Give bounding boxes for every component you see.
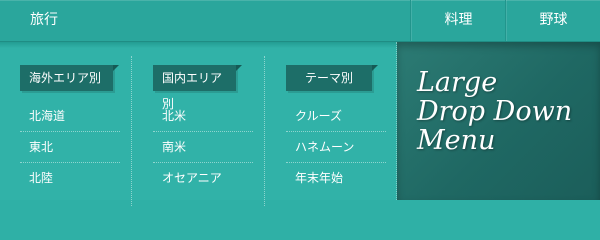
list-item[interactable]: 北陸 bbox=[20, 163, 120, 193]
column-heading-theme[interactable]: テーマ別 bbox=[286, 65, 378, 91]
nav-item-travel[interactable]: 旅行 bbox=[30, 0, 58, 41]
promo-title: Large Drop Down Menu bbox=[417, 68, 572, 155]
top-navigation-bar: 旅行 料理 野球 bbox=[0, 0, 600, 42]
dropdown-panel: 海外エリア別 北海道 東北 北陸 国内エリア別 北米 南米 オセアニア テーマ別… bbox=[0, 42, 397, 206]
column-divider bbox=[264, 56, 265, 206]
column-divider bbox=[131, 56, 132, 206]
column-item-list: 北海道 東北 北陸 bbox=[20, 101, 120, 193]
nav-item-cooking[interactable]: 料理 bbox=[410, 0, 506, 41]
list-item[interactable]: 南米 bbox=[153, 132, 253, 163]
list-item[interactable]: オセアニア bbox=[153, 163, 253, 193]
list-item[interactable]: 北海道 bbox=[20, 101, 120, 132]
column-heading-overseas-area[interactable]: 海外エリア別 bbox=[20, 65, 119, 91]
list-item[interactable]: 年末年始 bbox=[286, 163, 386, 193]
list-item[interactable]: 北米 bbox=[153, 101, 253, 132]
promo-title-line: Menu bbox=[417, 125, 496, 156]
column-item-list: 北米 南米 オセアニア bbox=[153, 101, 253, 193]
nav-item-baseball[interactable]: 野球 bbox=[505, 0, 600, 41]
promo-title-line: Large bbox=[417, 67, 498, 98]
promo-title-line: Drop Down bbox=[417, 96, 573, 127]
list-item[interactable]: 東北 bbox=[20, 132, 120, 163]
list-item[interactable]: ハネムーン bbox=[286, 132, 386, 163]
column-item-list: クルーズ ハネムーン 年末年始 bbox=[286, 101, 386, 193]
promo-panel: Large Drop Down Menu bbox=[397, 42, 600, 200]
column-heading-domestic-area[interactable]: 国内エリア別 bbox=[153, 65, 242, 111]
list-item[interactable]: クルーズ bbox=[286, 101, 386, 132]
